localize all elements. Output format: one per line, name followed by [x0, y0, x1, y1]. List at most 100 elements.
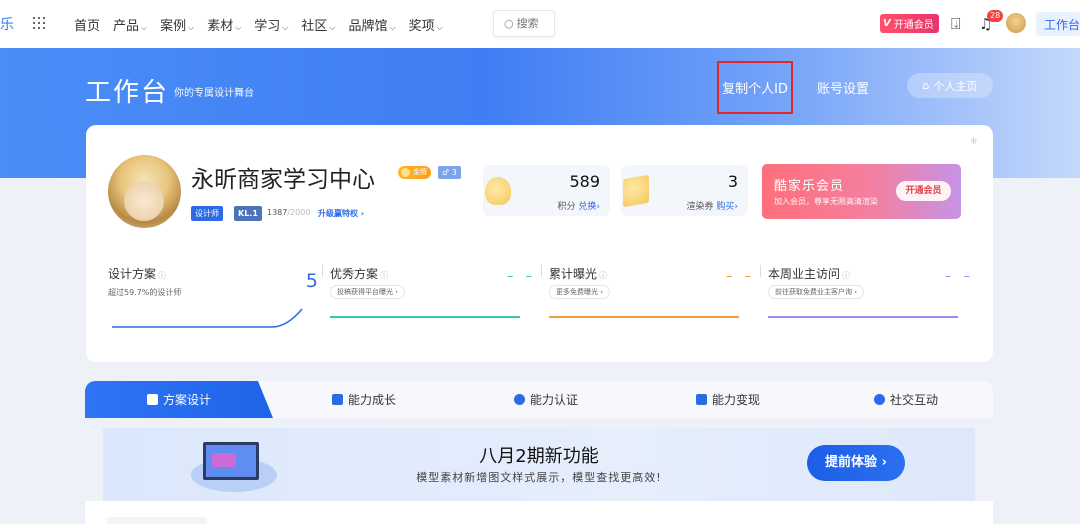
kl-points: 1387: [267, 208, 288, 217]
top-nav: 乐 首页 产品⌵ 案例⌵ 素材⌵ 学习⌵ 社区⌵ 品牌馆⌵ 奖项⌵ ○ V 开通…: [0, 0, 1080, 48]
tab-label: 能力变现: [711, 393, 760, 407]
tab-label: 能力认证: [529, 393, 578, 407]
divider: [541, 265, 542, 277]
nav-item-label: 素材: [207, 19, 234, 34]
points-label-text: 积分: [557, 202, 576, 212]
notification-badge: 28: [987, 10, 1004, 22]
ticket-label: 渲染券 购买›: [687, 199, 739, 212]
content-area: [85, 501, 993, 524]
nav-item-community[interactable]: 社区 ⌵: [301, 15, 335, 34]
metric-title: 设计方案 ⓘ: [108, 265, 166, 282]
ticket-value: 3: [727, 172, 738, 191]
buy-link[interactable]: 购买›: [716, 202, 738, 212]
level-badge: ♂ 3: [438, 166, 461, 179]
design-icon: [146, 394, 158, 405]
workbench-button[interactable]: 工作台: [1036, 12, 1080, 36]
vip-open-button[interactable]: 开通会员: [896, 181, 951, 201]
account-settings-link[interactable]: 账号设置: [817, 78, 869, 97]
open-vip-label: 开通会员: [893, 20, 934, 31]
redeem-link[interactable]: 兑换›: [578, 202, 600, 212]
info-icon: ⓘ: [158, 271, 167, 280]
tab-monetize[interactable]: 能力变现: [637, 381, 819, 418]
nav-item-cases[interactable]: 案例 ⌵: [160, 15, 194, 34]
metric-title-text: 本周业主访问: [768, 267, 841, 281]
nav-item-learn[interactable]: 学习 ⌵: [254, 15, 288, 34]
metric-underline: [768, 316, 958, 318]
metric-subtext: 超过59.7%的设计师: [108, 288, 182, 297]
nav-item-label: 首页: [74, 19, 101, 34]
nav-item-product[interactable]: 产品 ⌵: [113, 15, 147, 34]
chevron-down-icon: ⌵: [329, 23, 336, 32]
personal-home-button[interactable]: ⌂ 个人主页: [907, 73, 993, 98]
search-box[interactable]: ○: [493, 10, 555, 37]
kl-progress: 1387/2000: [267, 208, 310, 217]
tab-certification[interactable]: 能力认证: [455, 381, 637, 418]
tab-bar: 方案设计 能力成长 能力认证 能力变现 社交互动: [85, 381, 993, 418]
tab-design[interactable]: 方案设计: [85, 381, 273, 418]
metric-pill-link[interactable]: 投稿获得平台曝光 ›: [330, 285, 406, 299]
tab-label: 社交互动: [889, 393, 938, 407]
download-icon[interactable]: ⍗: [951, 14, 961, 34]
tab-label: 方案设计: [162, 393, 211, 407]
profile-avatar[interactable]: [108, 155, 181, 228]
home-icon: ⌂: [922, 79, 930, 92]
vip-promo-card[interactable]: 酷家乐会员 加入会员，尊享无限高清渲染 开通会员: [762, 164, 961, 219]
vip-icon: V: [883, 18, 891, 29]
nav-item-awards[interactable]: 奖项 ⌵: [409, 15, 443, 34]
tab-growth[interactable]: 能力成长: [273, 381, 455, 418]
tab-label: 能力成长: [347, 393, 396, 407]
feature-banner[interactable]: 八月2期新功能 模型素材新增图文样式展示，模型查找更高效! 提前体验 ›: [103, 428, 975, 501]
nav-menu: 首页 产品 ⌵ 案例 ⌵ 素材 ⌵ 学习 ⌵ 社区 ⌵ 品牌馆 ⌵ 奖项 ⌵: [74, 15, 456, 34]
open-vip-button[interactable]: V 开通会员: [880, 14, 939, 33]
metric-title: 累计曝光 ⓘ: [549, 265, 607, 282]
info-icon: ⓘ: [842, 271, 851, 280]
vip-title: 酷家乐会员: [774, 179, 845, 194]
certification-icon: [513, 394, 525, 405]
chevron-down-icon: ⌵: [235, 23, 242, 32]
apps-grid-icon[interactable]: [33, 17, 45, 29]
metric-value: – –: [506, 269, 536, 284]
metric-pill-link[interactable]: 前往获取免费业主客户询 ›: [768, 285, 865, 299]
nav-item-label: 社区: [301, 19, 328, 34]
metric-title-text: 优秀方案: [330, 267, 379, 281]
divider: [322, 265, 323, 277]
chevron-down-icon: ⌵: [188, 23, 195, 32]
render-ticket-stat: 3 渲染券 购买›: [621, 165, 748, 216]
metric-underline: [549, 316, 739, 318]
metric-pill-link[interactable]: 更多免费曝光 ›: [549, 285, 611, 299]
search-input[interactable]: [516, 17, 553, 30]
points-label: 积分 兑换›: [558, 199, 601, 212]
personal-home-label: 个人主页: [933, 79, 978, 93]
user-icon: [873, 394, 885, 405]
metric-value: – –: [725, 269, 755, 284]
nav-item-materials[interactable]: 素材 ⌵: [207, 15, 241, 34]
tab-social[interactable]: 社交互动: [819, 381, 993, 418]
info-icon: ⓘ: [599, 271, 608, 280]
points-value: 589: [569, 172, 600, 191]
try-now-button[interactable]: 提前体验 ›: [807, 445, 905, 481]
points-stat: 589 积分 兑换›: [483, 165, 610, 216]
gold-badge: 金牌: [398, 166, 431, 179]
chevron-down-icon: ⌵: [389, 23, 396, 32]
metric-exposure[interactable]: 累计曝光 ⓘ 更多免费曝光 › – –: [549, 265, 759, 345]
ticket-label-text: 渲染券: [686, 202, 714, 212]
metric-visits[interactable]: 本周业主访问 ⓘ 前往获取免费业主客户询 › – –: [768, 265, 978, 345]
metric-excellent[interactable]: 优秀方案 ⓘ 投稿获得平台曝光 › – –: [330, 265, 540, 345]
coin-icon: [485, 177, 511, 205]
logo-fragment[interactable]: 乐: [0, 14, 14, 34]
nav-item-label: 品牌馆: [348, 19, 388, 34]
nav-item-brands[interactable]: 品牌馆 ⌵: [348, 15, 395, 34]
page-subtitle: 你的专属设计舞台: [174, 88, 254, 99]
metric-value: 5: [305, 270, 318, 292]
nav-item-home[interactable]: 首页: [74, 15, 100, 34]
ticket-icon: [623, 174, 649, 208]
monetize-icon: [695, 394, 707, 405]
qr-code-icon[interactable]: ⁜: [970, 137, 978, 147]
copy-id-button[interactable]: 复制个人ID: [717, 61, 793, 114]
user-avatar[interactable]: [1006, 13, 1026, 33]
upgrade-link[interactable]: 升级赢特权 ›: [318, 208, 364, 219]
metric-title: 本周业主访问 ⓘ: [768, 265, 850, 282]
profile-card: ⁜ 永昕商家学习中心 金牌 ♂ 3 设计师 KL.1 1387/2000 升级赢…: [86, 125, 993, 362]
search-icon: ○: [504, 17, 514, 30]
metric-designs[interactable]: 设计方案 ⓘ 超过59.7%的设计师 5: [108, 265, 318, 345]
